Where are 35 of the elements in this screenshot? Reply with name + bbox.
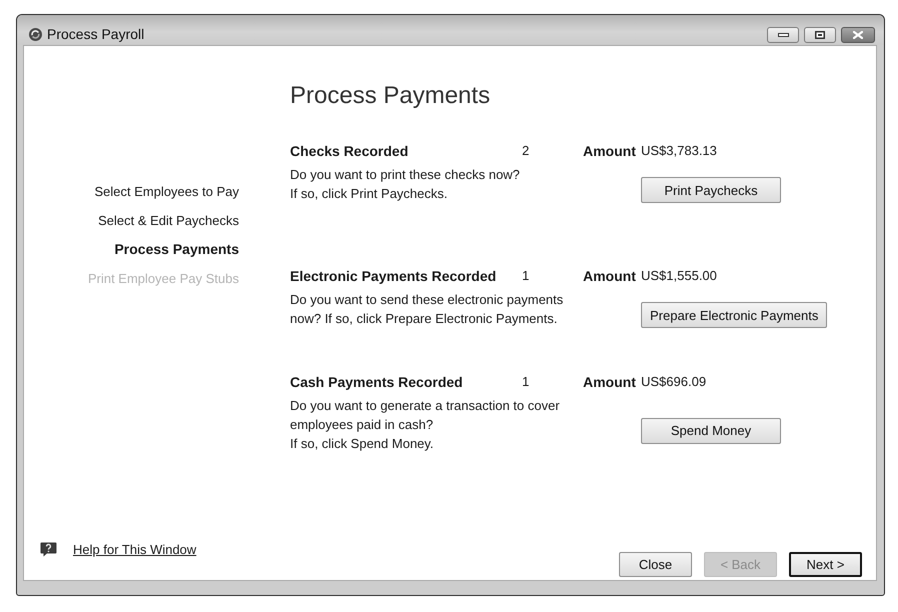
app-icon [29,28,42,40]
maximize-icon [815,31,825,39]
minimize-icon [778,33,788,37]
amount-value: US$696.09 [641,373,706,391]
close-button[interactable] [841,27,875,43]
record-count: 1 [522,267,530,285]
action-button[interactable]: Prepare Electronic Payments [641,302,828,328]
help-link[interactable]: Help for This Window [73,542,196,557]
amount-label: Amount [583,373,636,391]
action-button[interactable]: Print Paychecks [641,177,781,203]
dialog-button[interactable]: Close [619,552,692,577]
dialog-button[interactable]: Next > [789,552,862,577]
window-title: Process Payroll [47,26,144,42]
amount-value: US$1,555.00 [641,267,717,285]
section-description: Do you want to generate a transaction to cover employees paid in cash? If so, click Spend Money. [290,397,560,453]
action-button[interactable]: Spend Money [641,418,781,444]
wizard-step: Process Payments [114,235,239,264]
wizard-step: Select Employees to Pay [94,177,239,206]
minimize-button[interactable] [767,27,799,43]
record-count: 2 [522,142,530,160]
section-description: Do you want to send these electronic payments now? If so, click Prepare Electronic Payments. [290,291,564,328]
amount-label: Amount [583,142,636,160]
help-icon [40,542,57,557]
maximize-button[interactable] [804,27,836,43]
record-count: 1 [522,373,530,391]
section-title: Electronic Payments Recorded [290,267,496,285]
section-description: Do you want to print these checks now? If so, click Print Paychecks. [290,166,520,203]
close-icon [853,31,863,39]
amount-label: Amount [583,267,636,285]
wizard-step: Print Employee Pay Stubs [88,264,239,293]
page-heading: Process Payments [290,81,492,111]
amount-value: US$3,783.13 [641,142,717,160]
section-title: Cash Payments Recorded [290,373,463,391]
wizard-step: Select & Edit Paychecks [98,206,239,235]
section-title: Checks Recorded [290,142,408,160]
